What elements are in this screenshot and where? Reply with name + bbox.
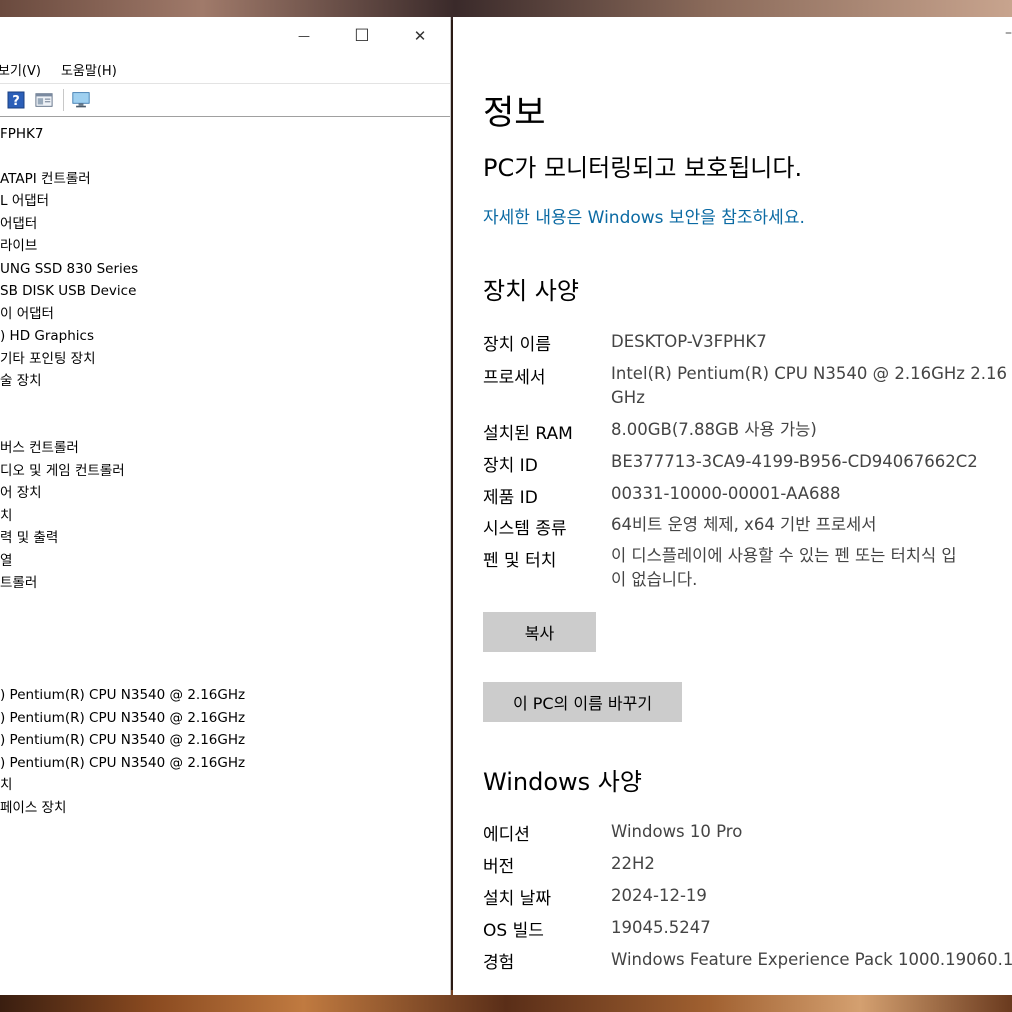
close-button[interactable]: ✕ [391, 17, 449, 55]
spec-value-product-id: 00331-10000-00001-AA688 [611, 484, 841, 503]
help-icon[interactable]: ? [7, 91, 25, 109]
page-title: 정보 [483, 93, 546, 133]
spec-value-experience: Windows Feature Experience Pack 1000.190… [611, 950, 1012, 969]
spec-label-ram: 설치된 RAM [483, 424, 573, 444]
windows-specs-title: Windows 사양 [483, 768, 642, 796]
windows-security-link[interactable]: 자세한 내용은 Windows 보안을 참조하세요. [483, 203, 805, 228]
spec-value-install-date: 2024-12-19 [611, 886, 707, 905]
device-tree-item[interactable]: ) Pentium(R) CPU N3540 @ 2.16GHz [0, 752, 245, 774]
spec-value-pen-touch-cont: 이 없습니다. [611, 570, 698, 589]
menu-bar: 보기(V) 도움말(H) [0, 55, 450, 83]
device-tree-item[interactable]: 기타 포인팅 장치 [0, 348, 96, 370]
device-tree-item[interactable]: L 어댑터 [0, 190, 49, 212]
spec-label-version: 버전 [483, 857, 515, 877]
menu-view[interactable]: 보기(V) [0, 60, 41, 79]
device-tree-item[interactable]: ) Pentium(R) CPU N3540 @ 2.16GHz [0, 707, 245, 729]
properties-icon[interactable] [35, 91, 53, 109]
device-tree-item[interactable]: 이 어댑터 [0, 303, 54, 325]
device-specs-title: 장치 사양 [483, 277, 579, 305]
rename-pc-button[interactable]: 이 PC의 이름 바꾸기 [483, 682, 682, 722]
spec-value-edition: Windows 10 Pro [611, 822, 743, 841]
device-tree-item[interactable]: SB DISK USB Device [0, 280, 136, 302]
spec-value-processor-cont: GHz [611, 388, 645, 407]
device-tree-item[interactable]: 어 장치 [0, 482, 42, 504]
device-tree-item[interactable]: ATAPI 컨트롤러 [0, 168, 91, 190]
maximize-icon: ☐ [354, 26, 370, 46]
spec-value-ram: 8.00GB(7.88GB 사용 가능) [611, 420, 817, 439]
device-tree-item[interactable]: 어댑터 [0, 213, 37, 235]
device-tree-item[interactable]: 치 [0, 774, 12, 796]
device-tree-item[interactable]: 라이브 [0, 235, 37, 257]
spec-label-device-id: 장치 ID [483, 456, 538, 476]
spec-label-device-name: 장치 이름 [483, 335, 551, 355]
svg-text:?: ? [12, 94, 20, 109]
minimize-icon: — [298, 29, 310, 43]
device-tree-item[interactable]: 페이스 장치 [0, 797, 66, 819]
spec-value-device-name: DESKTOP-V3FPHK7 [611, 332, 767, 351]
spec-label-system-type: 시스템 종류 [483, 519, 567, 539]
minimize-icon[interactable]: – [1005, 25, 1012, 41]
device-manager-window: — ☐ ✕ 보기(V) 도움말(H) ? FPHK7 ATAPI 컨트롤러 L 어댑… [0, 17, 451, 995]
maximize-button[interactable]: ☐ [333, 17, 391, 55]
device-tree-item[interactable]: ) Pentium(R) CPU N3540 @ 2.16GHz [0, 729, 245, 751]
spec-label-product-id: 제품 ID [483, 488, 538, 508]
spec-value-version: 22H2 [611, 854, 655, 873]
monitor-icon[interactable] [72, 91, 90, 109]
spec-label-install-date: 설치 날짜 [483, 889, 551, 909]
menu-help[interactable]: 도움말(H) [61, 60, 117, 79]
spec-label-edition: 에디션 [483, 825, 530, 845]
spec-label-pen-touch: 펜 및 터치 [483, 551, 557, 571]
spec-value-system-type: 64비트 운영 체제, x64 기반 프로세서 [611, 515, 877, 534]
device-tree-item[interactable]: 술 장치 [0, 370, 42, 392]
settings-window: – 정보 PC가 모니터링되고 보호됩니다. 자세한 내용은 Windows 보… [453, 17, 1012, 995]
device-tree-item[interactable]: FPHK7 [0, 123, 44, 145]
device-tree-item[interactable]: 디오 및 게임 컨트롤러 [0, 460, 125, 482]
spec-label-experience: 경험 [483, 953, 515, 973]
device-tree-item[interactable]: ) HD Graphics [0, 325, 94, 347]
device-tree-item[interactable]: UNG SSD 830 Series [0, 258, 138, 280]
spec-label-processor: 프로세서 [483, 368, 546, 388]
device-tree-item[interactable]: 력 및 출력 [0, 527, 58, 549]
device-tree-item[interactable]: 버스 컨트롤러 [0, 437, 79, 459]
device-manager-titlebar: — ☐ ✕ [0, 17, 450, 55]
toolbar: ? [0, 83, 450, 117]
protection-status: PC가 모니터링되고 보호됩니다. [483, 154, 803, 182]
spec-label-os-build: OS 빌드 [483, 921, 544, 941]
device-tree-item[interactable]: 치 [0, 505, 12, 527]
spec-value-pen-touch: 이 디스플레이에 사용할 수 있는 펜 또는 터치식 입 [611, 546, 957, 565]
device-tree-item[interactable]: 트롤러 [0, 572, 37, 594]
toolbar-separator [63, 89, 64, 111]
spec-value-device-id: BE377713-3CA9-4199-B956-CD94067662C2 [611, 452, 978, 471]
copy-button[interactable]: 복사 [483, 612, 596, 652]
close-icon: ✕ [413, 27, 427, 45]
device-tree-item[interactable]: ) Pentium(R) CPU N3540 @ 2.16GHz [0, 684, 245, 706]
minimize-button[interactable]: — [275, 17, 333, 55]
device-tree-item[interactable]: 열 [0, 550, 12, 572]
spec-value-os-build: 19045.5247 [611, 918, 711, 937]
spec-value-processor: Intel(R) Pentium(R) CPU N3540 @ 2.16GHz … [611, 364, 1007, 383]
